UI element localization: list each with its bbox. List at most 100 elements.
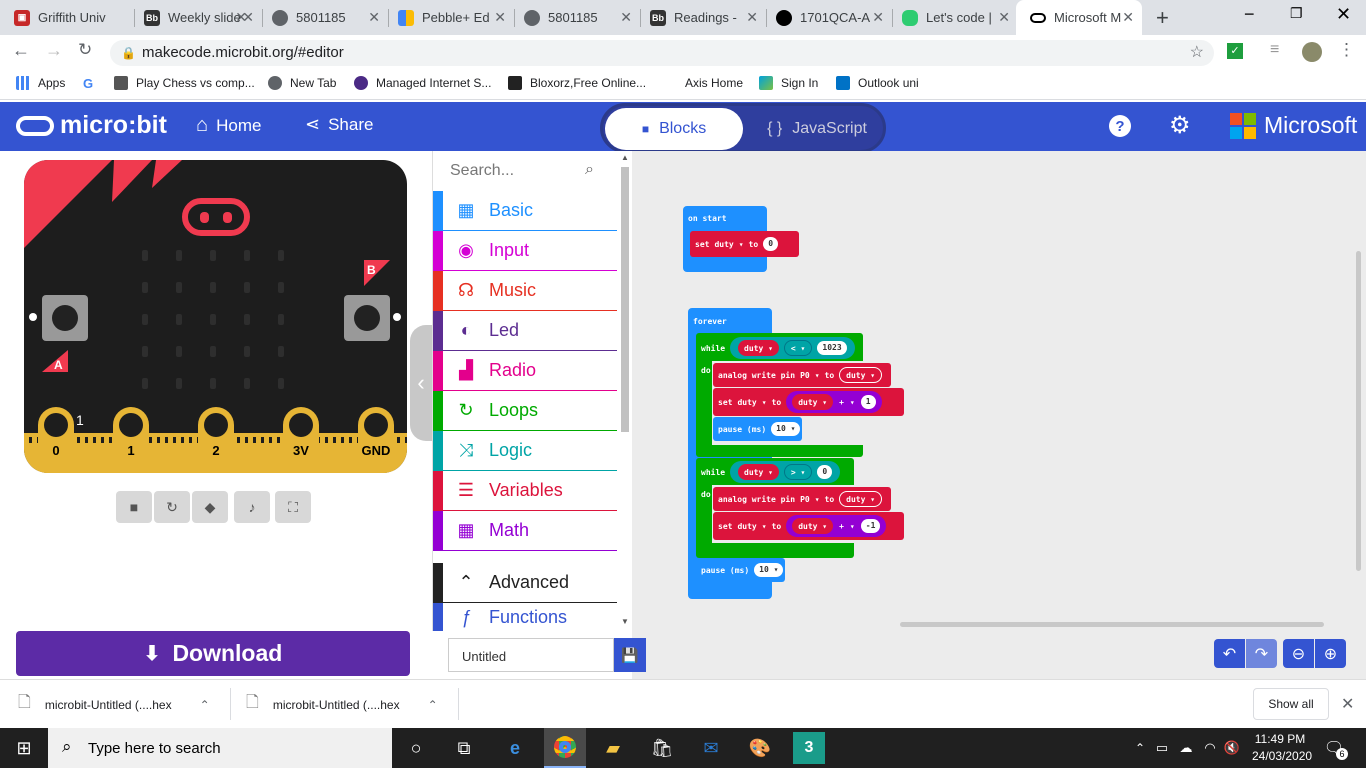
paint-icon[interactable]: 🎨 [744,732,776,764]
javascript-tab[interactable]: { } JavaScript [753,108,881,150]
notifications-icon[interactable]: 🗨 6 [1318,732,1350,764]
browser-tab[interactable]: Pebble+ Ed ✕ [384,0,514,35]
settings-gear-icon[interactable]: ⚙ [1169,111,1191,140]
minimize-icon[interactable]: − [1244,4,1255,25]
windows-start-icon[interactable]: ⊞ [8,732,40,764]
menu-dots-icon[interactable]: ⋮ [1338,40,1355,60]
undo-button[interactable]: ↶ [1214,639,1245,668]
bookmark-outlook[interactable]: Outlook uni [836,76,919,90]
scroll-down-icon[interactable]: ▼ [621,617,629,626]
zoom-in-button[interactable]: ⊕ [1315,639,1346,668]
bookmark-star-icon[interactable]: ☆ [1190,40,1204,66]
pin-0[interactable]: 0 [38,407,74,473]
collapse-simulator-button[interactable]: ‹ [410,325,432,441]
restore-icon[interactable]: ❐ [1290,5,1303,22]
mute-button[interactable]: ♪ [234,491,270,523]
category-functions[interactable]: ƒ Functions [433,603,617,631]
pin-gnd[interactable]: GND [358,407,394,473]
mail-icon[interactable]: ✉ [695,732,727,764]
url-field[interactable]: 🔒 makecode.microbit.org/#editor ☆ [110,40,1214,66]
download-button[interactable]: ⬇ Download [16,631,410,676]
browser-tab[interactable]: 5801185 ✕ [510,0,640,35]
new-tab-icon[interactable]: + [1156,5,1169,31]
scroll-up-icon[interactable]: ▲ [621,153,629,162]
close-tab-icon[interactable]: ✕ [368,9,380,26]
category-input[interactable]: ◉ Input [433,231,617,271]
browser-tab-active[interactable]: Microsoft M ✕ [1016,0,1142,35]
redo-button[interactable]: ↷ [1246,639,1277,668]
compare-lt-block[interactable]: duty ▾ < ▾ 1023 [730,337,855,359]
pin-2[interactable]: 2 [198,407,234,473]
media-icon[interactable]: ≡ [1270,41,1279,59]
analog-write-block-2[interactable]: analog write pin P0 ▾ to duty ▾ [713,487,891,511]
category-music[interactable]: ☊ Music [433,271,617,311]
category-advanced[interactable]: ⌃ Advanced [433,563,617,603]
pin-3v[interactable]: 3V [283,407,319,473]
chrome-icon[interactable] [544,728,586,768]
restart-button[interactable]: ↻ [154,491,190,523]
bookmark-axis[interactable]: Axis Home [663,76,743,90]
microbit-logo[interactable]: micro:bit [16,111,167,140]
workspace-v-scrollbar[interactable] [1356,251,1361,571]
category-math[interactable]: ▦ Math [433,511,617,551]
category-radio[interactable]: ▟ Radio [433,351,617,391]
share-button[interactable]: ⋖ Share [305,114,373,135]
stop-button[interactable]: ■ [116,491,152,523]
microsoft-logo[interactable]: Microsoft [1230,112,1357,139]
back-icon[interactable]: ← [12,40,30,61]
file-explorer-icon[interactable]: ▰ [597,732,629,764]
chevron-up-icon[interactable]: ⌃ [200,698,210,712]
edge-icon[interactable]: e [499,732,531,764]
close-tab-icon[interactable]: ✕ [494,9,506,26]
button-a[interactable] [42,295,88,341]
blocks-tab[interactable]: ■ Blocks [605,108,743,150]
browser-tab[interactable]: Let's code | ✕ [888,0,1018,35]
volume-muted-icon[interactable]: 🔇 [1216,732,1248,764]
debug-button[interactable]: ◆ [192,491,228,523]
extension-check-icon[interactable]: ✓ [1227,43,1243,59]
pin-1[interactable]: 1 [113,407,149,473]
microbit-board[interactable]: A B 0 1 1 2 3V GND [24,160,407,473]
button-b[interactable] [344,295,390,341]
workspace-h-scrollbar[interactable] [900,622,1324,627]
bookmark-newtab[interactable]: New Tab [268,76,336,90]
avatar[interactable] [1302,42,1322,62]
browser-tab[interactable]: Bb Readings - ✕ [636,0,766,35]
forward-icon[interactable]: → [45,40,63,61]
close-shelf-icon[interactable]: ✕ [1341,694,1354,714]
reload-icon[interactable]: ↻ [78,40,92,60]
clock[interactable]: 11:49 PM 24/03/2020 [1252,732,1312,763]
bookmark-bloxorz[interactable]: Bloxorz,Free Online... [508,76,646,90]
close-tab-icon[interactable]: ✕ [872,9,884,26]
task-view-icon[interactable]: ⧉ [448,732,480,764]
category-led[interactable]: ◐ Led [433,311,617,351]
close-tab-icon[interactable]: ✕ [998,9,1010,26]
download-item[interactable]: 🗋 microbit-Untitled (....hex ⌃ [18,680,230,729]
close-tab-icon[interactable]: ✕ [242,9,254,26]
show-all-button[interactable]: Show all [1253,688,1329,720]
zoom-out-button[interactable]: ⊖ [1283,639,1314,668]
bookmark-chess[interactable]: Play Chess vs comp... [114,76,255,90]
browser-tab[interactable]: 5801185 ✕ [258,0,388,35]
window-close-icon[interactable]: ✕ [1336,4,1351,25]
pause-block-1[interactable]: pause (ms) 10 ▾ [713,417,802,441]
bookmark-managed-internet[interactable]: Managed Internet S... [354,76,491,90]
close-tab-icon[interactable]: ✕ [746,9,758,26]
project-name-input[interactable]: Untitled [448,638,614,672]
save-button[interactable]: 💾 [614,638,646,672]
download-item[interactable]: 🗋 microbit-Untitled (....hex ⌃ [246,680,458,729]
set-duty-minus-block[interactable]: set duty ▾ to duty ▾ + ▾ -1 [713,512,904,540]
close-tab-icon[interactable]: ✕ [620,9,632,26]
category-variables[interactable]: ☰ Variables [433,471,617,511]
category-basic[interactable]: ▦ Basic [433,191,617,231]
set-duty-block[interactable]: set duty ▾ to 0 [690,231,799,257]
compare-gt-block[interactable]: duty ▾ > ▾ 0 [730,461,841,483]
paint3d-icon[interactable]: 3 [793,732,825,764]
taskbar-search-input[interactable]: ⌕ Type here to search [48,728,392,768]
bookmark-apps[interactable]: Apps [16,76,65,90]
store-icon[interactable]: 🛍 [646,732,678,764]
browser-tab[interactable]: 1701QCA-A ✕ [762,0,892,35]
pause-block-2[interactable]: pause (ms) 10 ▾ [696,558,785,582]
category-loops[interactable]: ↻ Loops [433,391,617,431]
analog-write-block-1[interactable]: analog write pin P0 ▾ to duty ▾ [713,363,891,387]
